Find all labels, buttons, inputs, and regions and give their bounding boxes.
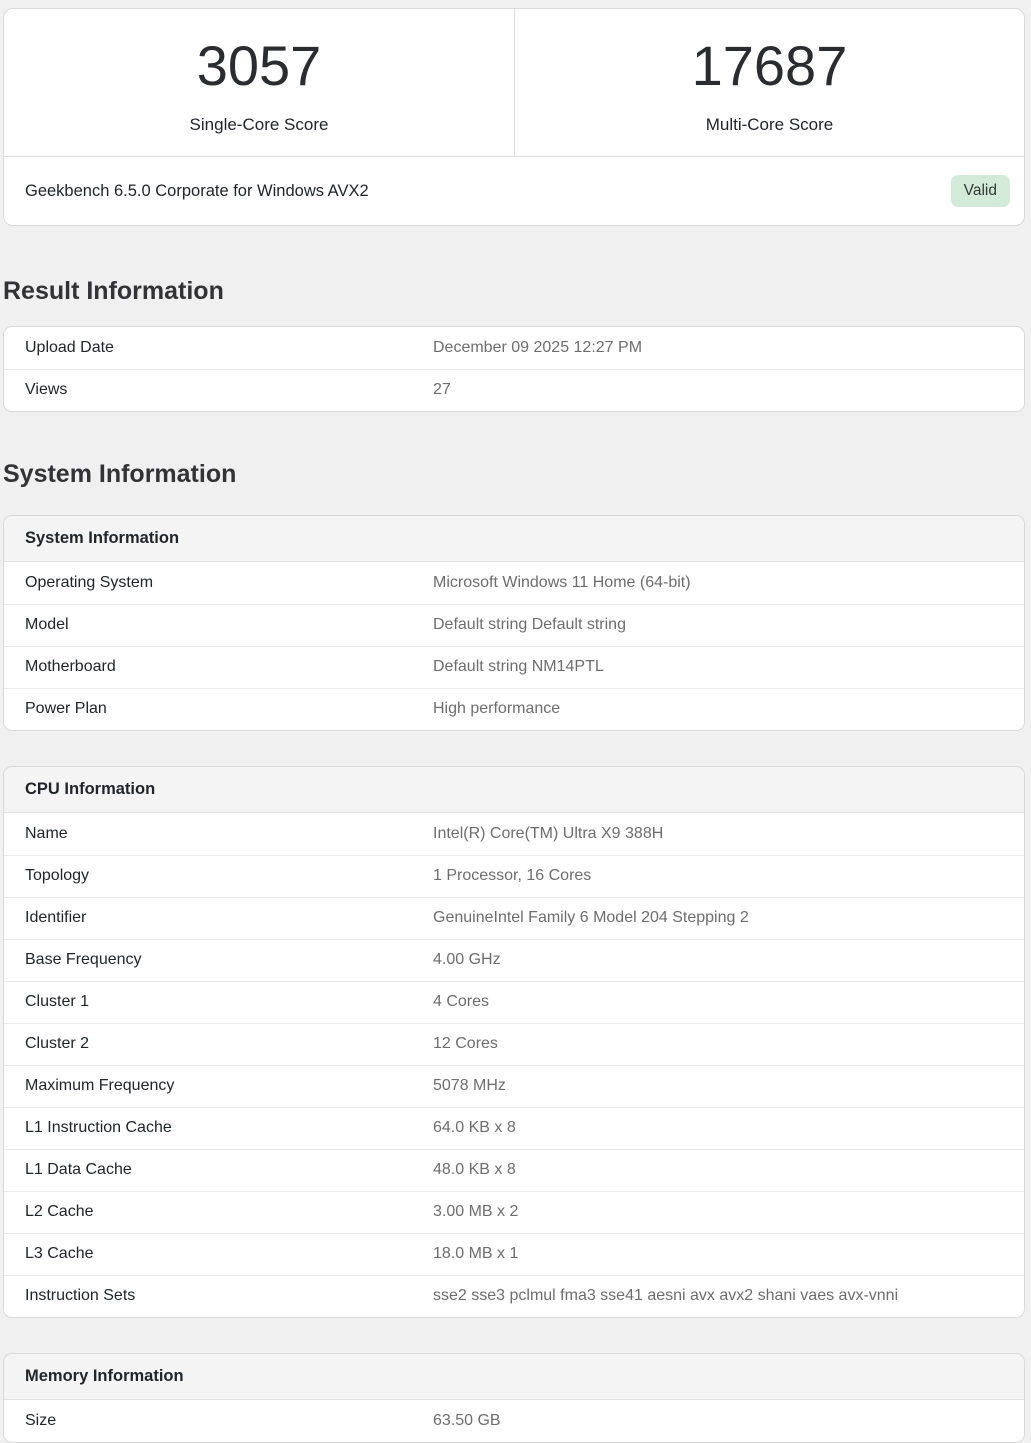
single-core-score-value: 3057 [4, 38, 514, 94]
row-value: GenuineIntel Family 6 Model 204 Stepping… [433, 909, 1024, 927]
multi-core-score-cell: 17687 Multi-Core Score [514, 9, 1024, 156]
single-core-score-label: Single-Core Score [4, 115, 514, 135]
row-value: 63.50 GB [433, 1412, 1024, 1430]
row-value: 4 Cores [433, 993, 1024, 1011]
benchmark-version-row: Geekbench 6.5.0 Corporate for Windows AV… [4, 156, 1024, 225]
memory-information-card: Memory Information Size 63.50 GB [3, 1353, 1025, 1443]
row-label: Cluster 1 [4, 993, 433, 1011]
table-row: Size 63.50 GB [4, 1400, 1024, 1442]
card-title: System Information [4, 516, 1024, 562]
row-value: sse2 sse3 pclmul fma3 sse41 aesni avx av… [433, 1287, 1024, 1305]
card-title: Memory Information [4, 1354, 1024, 1400]
row-label: Maximum Frequency [4, 1077, 433, 1095]
multi-core-score-value: 17687 [515, 38, 1024, 94]
row-value: Default string Default string [433, 616, 1024, 634]
table-row: Base Frequency 4.00 GHz [4, 939, 1024, 981]
row-value: Microsoft Windows 11 Home (64-bit) [433, 574, 1024, 592]
row-value: 3.00 MB x 2 [433, 1203, 1024, 1221]
row-value: 64.0 KB x 8 [433, 1119, 1024, 1137]
table-row: Instruction Sets sse2 sse3 pclmul fma3 s… [4, 1275, 1024, 1317]
row-value: 18.0 MB x 1 [433, 1245, 1024, 1263]
benchmark-version-text: Geekbench 6.5.0 Corporate for Windows AV… [25, 182, 369, 201]
row-label: L3 Cache [4, 1245, 433, 1263]
score-summary-card: 3057 Single-Core Score 17687 Multi-Core … [3, 8, 1025, 226]
valid-badge: Valid [951, 175, 1010, 207]
table-row: Views 27 [4, 369, 1024, 411]
multi-core-score-label: Multi-Core Score [515, 115, 1024, 135]
card-title: CPU Information [4, 767, 1024, 813]
table-row: Operating System Microsoft Windows 11 Ho… [4, 562, 1024, 604]
scores-row: 3057 Single-Core Score 17687 Multi-Core … [4, 9, 1024, 156]
row-label: Name [4, 825, 433, 843]
table-row: Upload Date December 09 2025 12:27 PM [4, 327, 1024, 369]
row-value: 4.00 GHz [433, 951, 1024, 969]
row-label: Instruction Sets [4, 1287, 433, 1305]
row-value: Intel(R) Core(TM) Ultra X9 388H [433, 825, 1024, 843]
row-value: 5078 MHz [433, 1077, 1024, 1095]
table-row: L3 Cache 18.0 MB x 1 [4, 1233, 1024, 1275]
row-value: 48.0 KB x 8 [433, 1161, 1024, 1179]
row-label: Views [4, 381, 433, 399]
single-core-score-cell: 3057 Single-Core Score [4, 9, 514, 156]
row-label: Identifier [4, 909, 433, 927]
row-label: Motherboard [4, 658, 433, 676]
row-value: 12 Cores [433, 1035, 1024, 1053]
page: 3057 Single-Core Score 17687 Multi-Core … [3, 8, 1025, 1443]
table-row: Topology 1 Processor, 16 Cores [4, 855, 1024, 897]
table-row: Identifier GenuineIntel Family 6 Model 2… [4, 897, 1024, 939]
result-information-card: Upload Date December 09 2025 12:27 PM Vi… [3, 326, 1025, 412]
table-row: Cluster 1 4 Cores [4, 981, 1024, 1023]
row-label: Size [4, 1412, 433, 1430]
cpu-information-card: CPU Information Name Intel(R) Core(TM) U… [3, 766, 1025, 1318]
result-information-heading: Result Information [3, 277, 1025, 306]
row-label: Model [4, 616, 433, 634]
row-value: 1 Processor, 16 Cores [433, 867, 1024, 885]
row-label: Upload Date [4, 339, 433, 357]
table-row: Motherboard Default string NM14PTL [4, 646, 1024, 688]
row-label: Cluster 2 [4, 1035, 433, 1053]
system-information-heading: System Information [3, 460, 1025, 489]
table-row: Model Default string Default string [4, 604, 1024, 646]
row-label: Topology [4, 867, 433, 885]
row-label: Operating System [4, 574, 433, 592]
row-label: Power Plan [4, 700, 433, 718]
table-row: Power Plan High performance [4, 688, 1024, 730]
table-row: L1 Instruction Cache 64.0 KB x 8 [4, 1107, 1024, 1149]
table-row: Name Intel(R) Core(TM) Ultra X9 388H [4, 813, 1024, 855]
row-label: Base Frequency [4, 951, 433, 969]
table-row: L2 Cache 3.00 MB x 2 [4, 1191, 1024, 1233]
row-label: L2 Cache [4, 1203, 433, 1221]
system-information-card: System Information Operating System Micr… [3, 515, 1025, 731]
row-value: High performance [433, 700, 1024, 718]
table-row: Cluster 2 12 Cores [4, 1023, 1024, 1065]
row-value: 27 [433, 381, 1024, 399]
table-row: L1 Data Cache 48.0 KB x 8 [4, 1149, 1024, 1191]
row-value: Default string NM14PTL [433, 658, 1024, 676]
row-label: L1 Data Cache [4, 1161, 433, 1179]
table-row: Maximum Frequency 5078 MHz [4, 1065, 1024, 1107]
row-value: December 09 2025 12:27 PM [433, 339, 1024, 357]
row-label: L1 Instruction Cache [4, 1119, 433, 1137]
